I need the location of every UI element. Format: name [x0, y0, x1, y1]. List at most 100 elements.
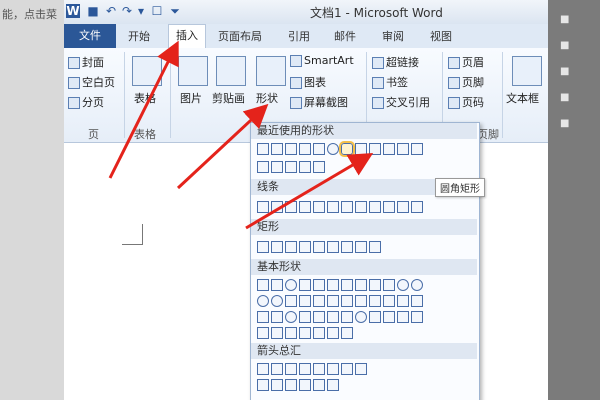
shape-basic[interactable] [285, 295, 297, 307]
undo-icon[interactable]: ↶ [104, 4, 118, 18]
shape-rect[interactable] [355, 241, 367, 253]
shape-line[interactable] [313, 201, 325, 213]
shape-basic[interactable] [313, 279, 325, 291]
shape-basic[interactable] [327, 295, 339, 307]
shape-basic[interactable] [355, 279, 367, 291]
shape-rect[interactable] [313, 143, 325, 155]
shape-basic[interactable] [341, 295, 353, 307]
shape-line[interactable] [285, 143, 297, 155]
shape-basic[interactable] [285, 279, 297, 291]
clipart-icon[interactable] [216, 56, 246, 86]
shape-basic[interactable] [383, 311, 395, 323]
tab-insert[interactable]: 插入 [168, 24, 206, 48]
tab-file[interactable]: 文件 [64, 24, 116, 48]
picture-icon[interactable] [178, 56, 208, 86]
shape-basic[interactable] [341, 327, 353, 339]
shape-basic[interactable] [411, 295, 423, 307]
shape-basic[interactable] [299, 279, 311, 291]
shape-down-arrow[interactable] [411, 143, 423, 155]
shape-misc[interactable] [257, 161, 269, 173]
shape-basic[interactable] [369, 311, 381, 323]
shape-basic[interactable] [327, 279, 339, 291]
shape-textbox[interactable] [257, 143, 269, 155]
shape-line[interactable] [383, 201, 395, 213]
shape-line[interactable] [397, 201, 409, 213]
shape-arrow[interactable] [285, 379, 297, 391]
shape-basic[interactable] [313, 327, 325, 339]
shape-vertical-textbox[interactable] [271, 143, 283, 155]
shape-basic[interactable] [369, 279, 381, 291]
shape-line[interactable] [355, 201, 367, 213]
shape-rect[interactable] [299, 241, 311, 253]
shape-basic[interactable] [271, 327, 283, 339]
shape-misc[interactable] [271, 161, 283, 173]
chart-button[interactable]: 图表 [290, 74, 326, 90]
shape-line[interactable] [327, 201, 339, 213]
shape-basic[interactable] [327, 327, 339, 339]
shape-basic[interactable] [411, 311, 423, 323]
shape-basic[interactable] [271, 311, 283, 323]
shape-arrow[interactable] [341, 363, 353, 375]
shape-triangle[interactable] [355, 143, 367, 155]
customize-dropdown-icon[interactable]: ▾ [134, 4, 148, 18]
shape-basic[interactable] [383, 279, 395, 291]
textbox-button[interactable]: 文本框 [506, 90, 539, 106]
shape-line[interactable] [299, 201, 311, 213]
bookmark-button[interactable]: 书签 [372, 74, 408, 90]
shape-line[interactable] [341, 201, 353, 213]
shape-elbow[interactable] [369, 143, 381, 155]
save-icon[interactable]: ■ [86, 4, 100, 18]
shape-basic[interactable] [411, 279, 423, 291]
shapes-button[interactable]: 形状 [256, 90, 278, 106]
shape-rect[interactable] [257, 241, 269, 253]
shape-basic[interactable] [327, 311, 339, 323]
cover-button[interactable]: 封面 [68, 54, 104, 70]
shape-misc[interactable] [285, 161, 297, 173]
tab-review[interactable]: 审阅 [382, 28, 404, 44]
hyperlink-button[interactable]: 超链接 [372, 54, 419, 70]
shape-basic[interactable] [397, 295, 409, 307]
shape-arrow[interactable] [327, 363, 339, 375]
blank-page-button[interactable]: 空白页 [68, 74, 115, 90]
shape-right-arrow[interactable] [397, 143, 409, 155]
shape-basic[interactable] [257, 311, 269, 323]
smartart-button[interactable]: SmartArt [290, 54, 354, 67]
shape-arrow[interactable] [355, 363, 367, 375]
shape-rect[interactable] [285, 241, 297, 253]
shape-basic[interactable] [313, 295, 325, 307]
shape-elbow-arrow[interactable] [383, 143, 395, 155]
picture-button[interactable]: 图片 [180, 90, 202, 106]
shape-arrow[interactable] [257, 363, 269, 375]
shape-rect[interactable] [313, 241, 325, 253]
pagenum-button[interactable]: 页码 [448, 94, 484, 110]
shape-arrow[interactable] [327, 379, 339, 391]
shape-arrow[interactable] [313, 379, 325, 391]
shape-arrow[interactable] [313, 363, 325, 375]
tab-view[interactable]: 视图 [430, 28, 452, 44]
shape-arrow[interactable] [271, 379, 283, 391]
header-button[interactable]: 页眉 [448, 54, 484, 70]
shape-arrow[interactable] [285, 363, 297, 375]
shape-rect[interactable] [369, 241, 381, 253]
shape-misc[interactable] [299, 161, 311, 173]
qa-menu-icon[interactable]: ⏷ [168, 4, 182, 18]
shape-basic[interactable] [299, 327, 311, 339]
tab-references[interactable]: 引用 [288, 28, 310, 44]
shape-line[interactable] [271, 201, 283, 213]
shape-rect[interactable] [341, 241, 353, 253]
tab-home[interactable]: 开始 [128, 28, 150, 44]
shape-arrow[interactable] [257, 379, 269, 391]
shape-basic[interactable] [355, 295, 367, 307]
shape-line[interactable] [285, 201, 297, 213]
shape-basic[interactable] [285, 327, 297, 339]
shape-basic[interactable] [383, 295, 395, 307]
tab-layout[interactable]: 页面布局 [218, 28, 262, 44]
shape-oval[interactable] [327, 143, 339, 155]
shape-basic[interactable] [369, 295, 381, 307]
shape-basic[interactable] [271, 279, 283, 291]
shapes-icon[interactable] [256, 56, 286, 86]
shape-basic[interactable] [397, 311, 409, 323]
textbox-icon[interactable] [512, 56, 542, 86]
shape-basic[interactable] [299, 295, 311, 307]
shape-line[interactable] [257, 201, 269, 213]
